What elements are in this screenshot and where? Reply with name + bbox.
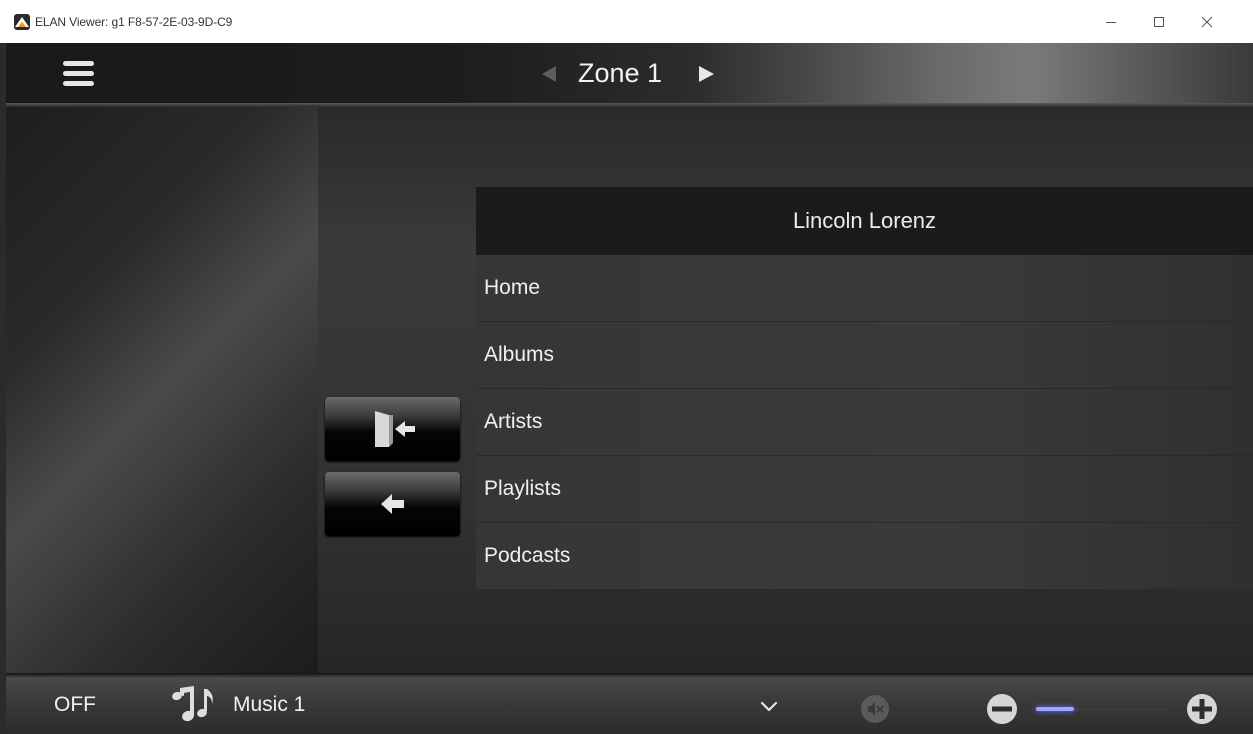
elan-viewer-window: ELAN Viewer: g1 F8-57-2E-03-9D-C9 Zone 1 — [0, 0, 1253, 734]
chevron-down-icon — [760, 701, 778, 712]
volume-up-button[interactable] — [1186, 693, 1218, 725]
triangle-left-icon — [542, 66, 556, 82]
door-exit-icon — [374, 411, 415, 447]
exit-button[interactable] — [325, 397, 460, 461]
menu-button[interactable] — [56, 53, 100, 93]
zone-title: Zone 1 — [578, 58, 663, 88]
hamburger-icon — [62, 60, 94, 66]
mute-button[interactable] — [860, 694, 890, 724]
arrow-left-icon — [380, 494, 404, 514]
zone-next-button[interactable] — [696, 62, 716, 86]
maximize-button[interactable] — [1141, 8, 1177, 36]
volume-slider-fill — [1036, 707, 1075, 711]
window-title: ELAN Viewer: g1 F8-57-2E-03-9D-C9 — [35, 15, 233, 29]
list-item-albums[interactable]: Albums — [476, 322, 1253, 389]
list-item-playlists[interactable]: Playlists — [476, 456, 1253, 523]
close-button[interactable] — [1189, 8, 1225, 36]
close-icon — [1201, 16, 1213, 28]
volume-slider[interactable] — [1036, 707, 1168, 711]
mute-icon — [861, 695, 889, 723]
power-button[interactable]: OFF — [54, 693, 96, 717]
zone-previous-button[interactable] — [538, 62, 558, 86]
list-item-artists[interactable]: Artists — [476, 389, 1253, 456]
list-header: Lincoln Lorenz — [476, 187, 1253, 255]
music-notes-icon — [172, 686, 213, 722]
window-titlebar: ELAN Viewer: g1 F8-57-2E-03-9D-C9 — [0, 0, 1253, 43]
back-button[interactable] — [325, 472, 460, 536]
list-item-home[interactable]: Home — [476, 255, 1253, 322]
left-panel — [6, 107, 318, 673]
hamburger-icon-bar — [62, 70, 94, 76]
volume-down-button[interactable] — [986, 693, 1018, 725]
list-item-podcasts[interactable]: Podcasts — [476, 523, 1253, 590]
minimize-icon — [1106, 22, 1116, 23]
browse-list: Lincoln Lorenz Home Albums Artists Playl… — [476, 187, 1253, 590]
source-dropdown-button[interactable] — [758, 697, 780, 715]
maximize-icon — [1154, 17, 1164, 27]
minimize-button[interactable] — [1093, 8, 1129, 36]
triangle-right-icon — [699, 66, 714, 82]
hamburger-icon-bar — [62, 80, 94, 86]
minus-circle-icon — [987, 694, 1017, 724]
plus-circle-icon — [1187, 694, 1217, 724]
elan-logo-icon — [14, 14, 30, 30]
source-label[interactable]: Music 1 — [233, 693, 305, 717]
